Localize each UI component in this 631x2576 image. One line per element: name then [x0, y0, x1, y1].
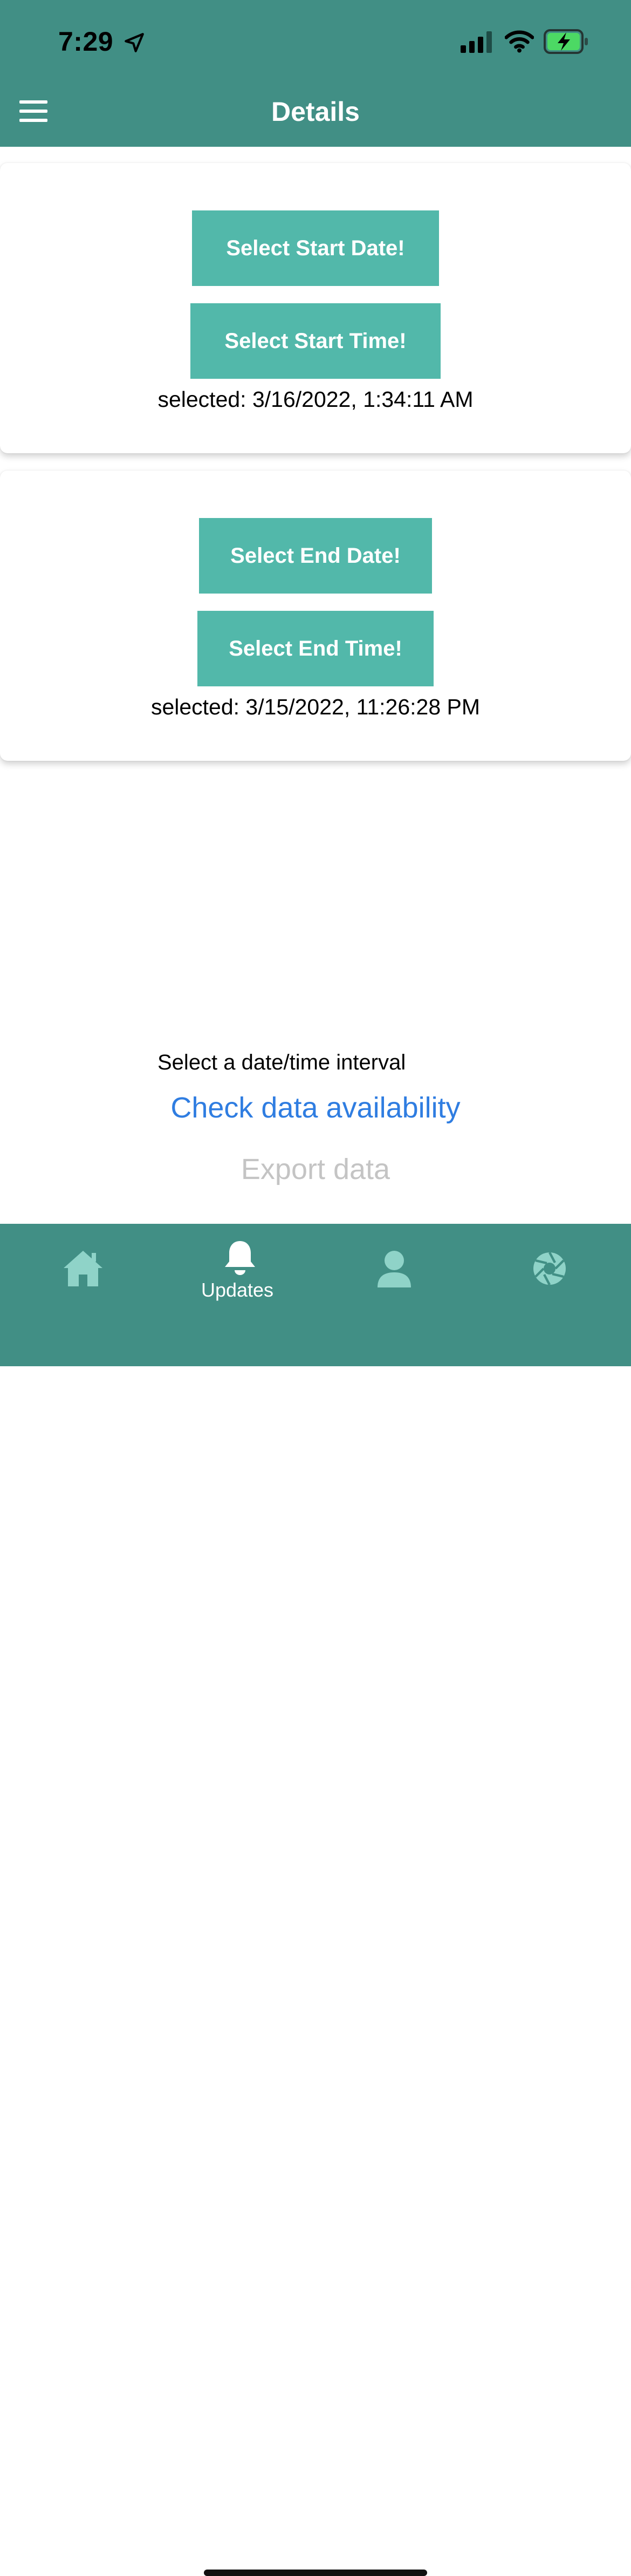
tab-updates[interactable]: Updates	[159, 1224, 316, 1319]
bell-icon	[225, 1241, 255, 1275]
start-selected-text: selected: 3/16/2022, 1:34:11 AM	[157, 387, 474, 412]
person-icon	[378, 1251, 411, 1287]
interval-prompt: Select a date/time interval	[157, 1051, 406, 1074]
end-selected-text: selected: 3/15/2022, 11:26:28 PM	[150, 694, 481, 719]
cellular-signal-icon	[461, 31, 492, 53]
tab-home[interactable]	[5, 1224, 162, 1319]
tab-bar: Updates	[0, 1224, 631, 2576]
check-data-availability-button[interactable]: Check data availability	[0, 1087, 631, 1129]
page-title: Details	[271, 97, 360, 127]
battery-charging-icon	[544, 29, 588, 54]
app-header: 7:29 Details	[0, 0, 631, 147]
end-datetime-card: Select End Date! Select End Time! select…	[0, 471, 631, 761]
select-start-time-button[interactable]: Select Start Time!	[190, 303, 441, 379]
select-end-time-button[interactable]: Select End Time!	[197, 611, 434, 686]
wifi-icon	[505, 30, 534, 53]
status-time: 7:29	[58, 26, 114, 57]
home-indicator	[204, 2570, 427, 2576]
tab-updates-label: Updates	[201, 1279, 274, 1301]
tab-aperture[interactable]	[471, 1224, 629, 1319]
tab-profile[interactable]	[315, 1224, 472, 1319]
home-icon	[64, 1251, 102, 1286]
start-datetime-card: Select Start Date! Select Start Time! se…	[0, 163, 631, 453]
select-end-date-button[interactable]: Select End Date!	[199, 518, 432, 594]
location-arrow-icon	[125, 33, 144, 52]
export-data-button: Export data	[241, 1153, 390, 1185]
select-start-date-button[interactable]: Select Start Date!	[192, 210, 439, 286]
aperture-icon	[533, 1251, 566, 1286]
